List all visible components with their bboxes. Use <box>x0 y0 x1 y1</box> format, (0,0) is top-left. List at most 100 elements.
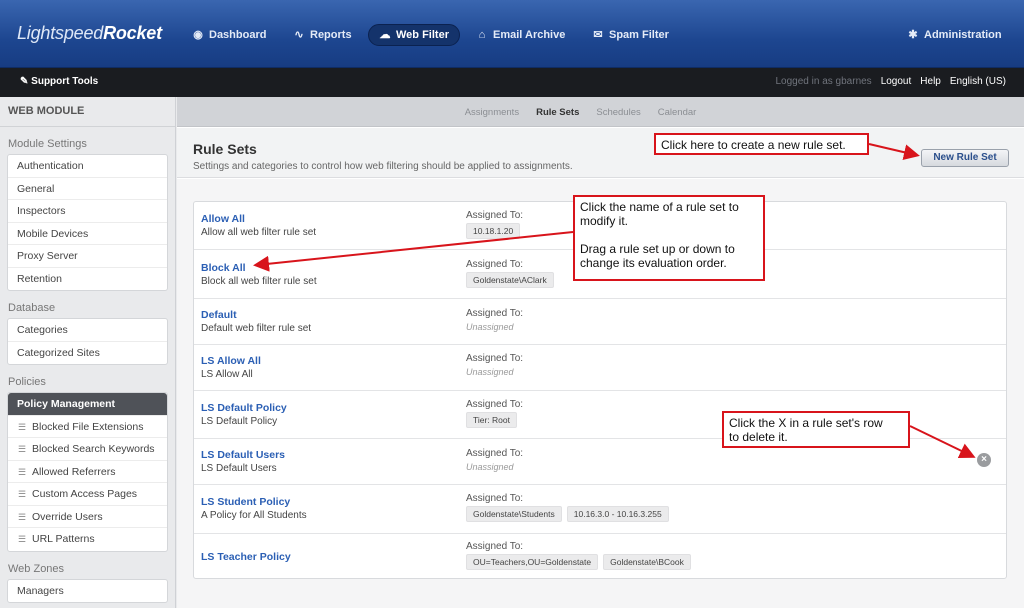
tab-assignments[interactable]: Assignments <box>465 107 519 126</box>
assigned-to-label: Assigned To: <box>466 399 524 410</box>
sub-tabs: Assignments Rule Sets Schedules Calendar <box>177 97 1024 127</box>
sidebar-item-categorized-sites[interactable]: Categorized Sites <box>8 342 167 365</box>
sidebar-item-override-users[interactable]: ☰ Override Users <box>8 506 167 528</box>
callout-delete: Click the X in a rule set's row to delet… <box>722 411 910 448</box>
sidebar-item-blocked-file-extensions[interactable]: ☰ Blocked File Extensions <box>8 416 167 438</box>
wrench-icon: ✎ <box>20 76 32 87</box>
top-navigation-bar: LightspeedRocket ◉ Dashboard ∿ Reports ☁ We… <box>0 0 1024 68</box>
page-title: Rule Sets <box>193 141 257 157</box>
logout-link[interactable]: Logout <box>881 76 912 87</box>
nav-administration[interactable]: ✱ Administration <box>897 24 1012 46</box>
assigned-to-label: Assigned To: <box>466 353 524 364</box>
support-tools-link[interactable]: ✎ Support Tools <box>20 76 98 87</box>
unassigned-text: Unassigned <box>466 462 514 472</box>
unassigned-text: Unassigned <box>466 322 514 332</box>
rule-set-row[interactable]: LS Teacher Policy Assigned To: OU=Teache… <box>194 534 1006 580</box>
rule-set-name-link[interactable]: Default <box>201 309 237 321</box>
list-icon: ☰ <box>18 511 27 522</box>
tab-schedules[interactable]: Schedules <box>596 107 640 126</box>
delete-rule-set-icon[interactable]: × <box>977 453 991 467</box>
new-rule-set-button[interactable]: New Rule Set <box>921 149 1009 167</box>
rule-set-row[interactable]: Default Default web filter rule set Assi… <box>194 299 1006 345</box>
assignment-chip: 10.18.1.20 <box>466 223 521 239</box>
rule-set-name-link[interactable]: Block All <box>201 262 246 274</box>
sidebar-item-policy-management[interactable]: Policy Management <box>8 393 167 416</box>
nav-spam-filter[interactable]: ✉ Spam Filter <box>582 24 679 46</box>
sidebar-section-module-settings: Module Settings <box>8 138 87 150</box>
list-icon: ☰ <box>18 444 27 454</box>
web-zones-list: Managers <box>7 578 168 603</box>
sidebar-item-custom-access-pages[interactable]: ☰ Custom Access Pages <box>8 483 167 506</box>
page-description: Settings and categories to control how w… <box>193 161 573 172</box>
rule-set-row[interactable]: LS Student Policy A Policy for All Stude… <box>194 485 1006 534</box>
rule-set-name-link[interactable]: LS Allow All <box>201 355 261 367</box>
sidebar-section-database: Database <box>8 302 56 314</box>
page-header: Rule Sets Settings and categories to con… <box>177 128 1024 178</box>
assignment-chip: Goldenstate\AClark <box>466 272 554 288</box>
language-selector[interactable]: English (US) <box>950 76 1006 87</box>
nav-reports[interactable]: ∿ Reports <box>283 24 362 46</box>
assigned-to-label: Assigned To: <box>466 259 524 270</box>
assignment-chip: OU=Teachers,OU=Goldenstate <box>466 554 599 570</box>
rule-set-description: LS Allow All <box>201 369 253 380</box>
sidebar-item-general[interactable]: General <box>8 178 167 200</box>
rule-set-row[interactable]: LS Allow All LS Allow All Assigned To: U… <box>194 345 1006 391</box>
database-list: Categories Categorized Sites <box>7 318 168 365</box>
list-icon: ☰ <box>18 489 27 499</box>
sidebar-item-allowed-referrers[interactable]: ☰ Allowed Referrers <box>8 461 167 483</box>
sidebar-item-proxy-server[interactable]: Proxy Server <box>8 245 167 268</box>
main-content: Assignments Rule Sets Schedules Calendar… <box>177 97 1024 608</box>
help-link[interactable]: Help <box>920 76 941 87</box>
inbox-icon: ⌂ <box>478 29 486 41</box>
rule-set-name-link[interactable]: LS Default Policy <box>201 402 287 414</box>
envelope-icon: ✉ <box>593 29 603 41</box>
tab-rule-sets[interactable]: Rule Sets <box>536 107 579 126</box>
assigned-to-label: Assigned To: <box>466 210 524 221</box>
assignment-chip: Tier: Root <box>466 412 518 428</box>
assigned-to-label: Assigned To: <box>466 308 524 319</box>
assignment-chip: Goldenstate\BCook <box>603 554 691 570</box>
nav-dashboard[interactable]: ◉ Dashboard <box>182 24 276 46</box>
nav-web-filter[interactable]: ☁ Web Filter <box>368 24 460 46</box>
rule-set-description: LS Default Users <box>201 463 277 474</box>
rule-set-description: Block all web filter rule set <box>201 276 317 287</box>
nav-email-archive[interactable]: ⌂ Email Archive <box>466 24 575 46</box>
reports-icon: ∿ <box>294 29 304 41</box>
sidebar-item-categories[interactable]: Categories <box>8 319 167 342</box>
rule-set-name-link[interactable]: LS Student Policy <box>201 496 290 508</box>
gear-icon: ✱ <box>908 29 918 41</box>
rule-set-description: Default web filter rule set <box>201 323 312 334</box>
rule-set-description: A Policy for All Students <box>201 510 307 521</box>
sidebar-item-inspectors[interactable]: Inspectors <box>8 200 167 223</box>
rule-set-name-link[interactable]: LS Default Users <box>201 449 285 461</box>
sidebar-section-policies: Policies <box>8 376 46 388</box>
assigned-to-label: Assigned To: <box>466 493 524 504</box>
list-icon: ☰ <box>18 466 27 477</box>
sidebar-item-retention[interactable]: Retention <box>8 268 167 291</box>
list-icon: ☰ <box>18 421 27 432</box>
assignment-chip: 10.16.3.0 - 10.16.3.255 <box>566 506 669 522</box>
dashboard-icon: ◉ <box>193 29 203 41</box>
rule-set-description: Allow all web filter rule set <box>201 227 317 238</box>
sidebar-item-mobile-devices[interactable]: Mobile Devices <box>8 223 167 245</box>
tab-calendar[interactable]: Calendar <box>658 107 697 126</box>
rule-set-description: LS Default Policy <box>201 416 278 427</box>
sidebar-item-blocked-search-keywords[interactable]: ☰ Blocked Search Keywords <box>8 438 167 461</box>
lightspeed-rocket-logo[interactable]: LightspeedRocket <box>17 23 162 44</box>
rule-set-name-link[interactable]: LS Teacher Policy <box>201 551 291 563</box>
rule-set-name-link[interactable]: Allow All <box>201 213 245 225</box>
sidebar-item-managers[interactable]: Managers <box>8 580 167 603</box>
sidebar-title: WEB MODULE <box>0 97 175 127</box>
assignment-chip: Goldenstate\Students <box>466 506 562 522</box>
sidebar-item-authentication[interactable]: Authentication <box>8 155 167 178</box>
sidebar-item-url-patterns[interactable]: ☰ URL Patterns <box>8 528 167 551</box>
list-icon: ☰ <box>18 534 27 544</box>
sidebar: WEB MODULE Module Settings Authenticatio… <box>0 97 176 608</box>
callout-click-name: Click the name of a rule set to modify i… <box>573 195 765 281</box>
assigned-to-label: Assigned To: <box>466 448 524 459</box>
logged-in-text: Logged in as gbarnes <box>775 76 872 87</box>
sidebar-section-web-zones: Web Zones <box>8 562 65 575</box>
utility-bar: ✎ Support Tools Logged in as gbarnes Log… <box>0 68 1024 97</box>
policies-list: Policy Management ☰ Blocked File Extensio… <box>7 392 168 552</box>
unassigned-text: Unassigned <box>466 367 514 377</box>
